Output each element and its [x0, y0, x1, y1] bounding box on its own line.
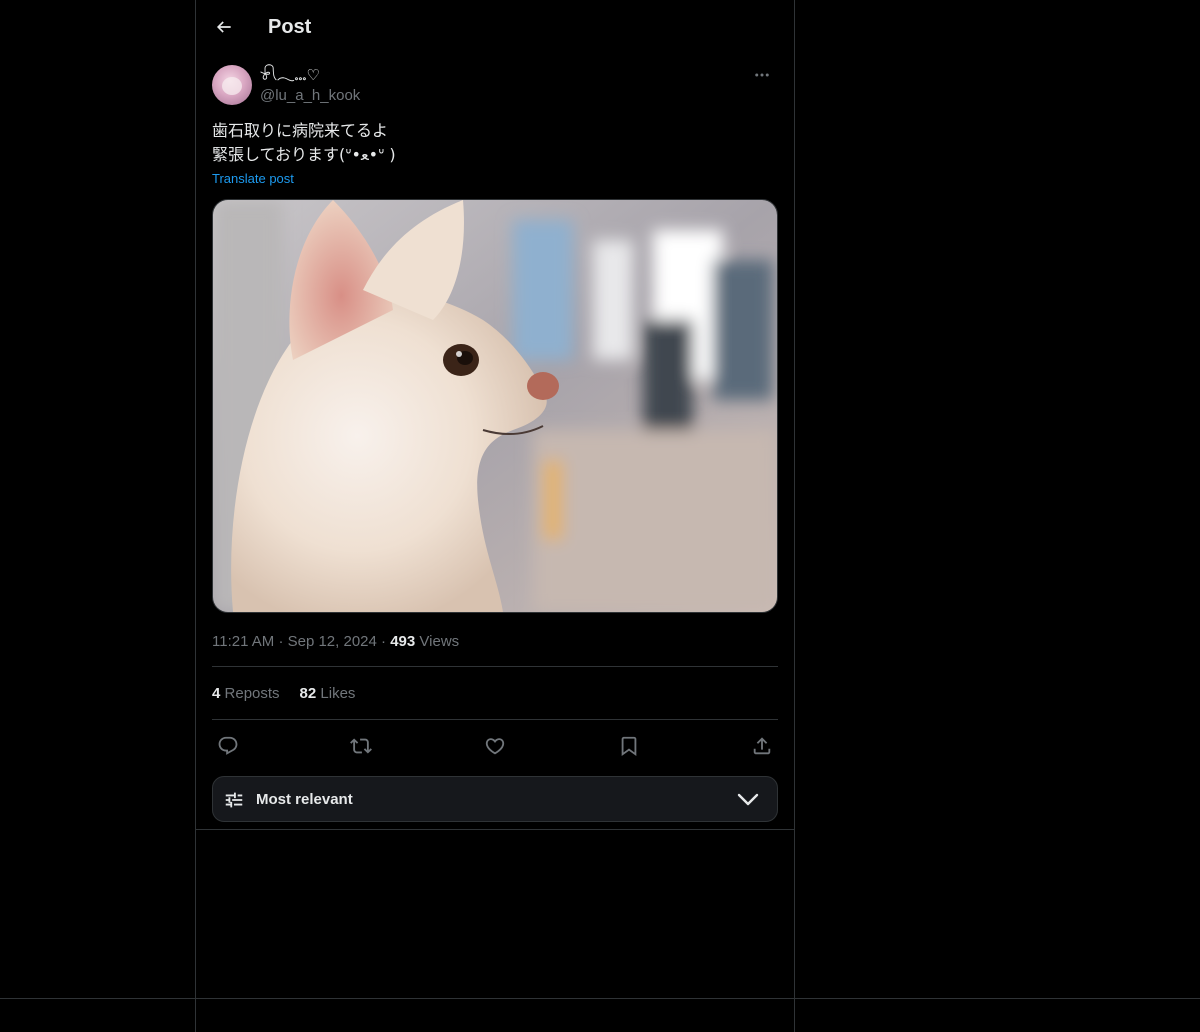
post-media-image[interactable]: [212, 199, 778, 613]
arrow-left-icon: [216, 21, 231, 33]
sort-label: Most relevant: [256, 791, 353, 808]
post-date[interactable]: Sep 12, 2024: [288, 633, 377, 650]
divider: [212, 719, 778, 720]
page-header: Post: [196, 0, 794, 54]
bookmark-button[interactable]: [613, 730, 645, 762]
avatar[interactable]: [212, 65, 252, 105]
page: Post 𓍯𓂃𓏧♡ @lu_a_h_kook 歯石取りに病院来てるよ 緊張してお…: [0, 0, 1200, 1032]
reply-button[interactable]: [212, 730, 244, 762]
post-time[interactable]: 11:21 AM: [212, 633, 274, 650]
reposts-stat[interactable]: 4 Reposts: [212, 684, 280, 704]
meta-separator: ·: [381, 633, 387, 650]
page-title: Post: [268, 16, 312, 38]
sort-replies-dropdown[interactable]: Most relevant: [212, 776, 778, 822]
sliders-icon: [225, 792, 243, 808]
translate-post-link[interactable]: Translate post: [212, 171, 294, 187]
divider: [212, 666, 778, 667]
more-options-button[interactable]: [746, 64, 778, 86]
repost-button[interactable]: [345, 730, 377, 762]
repost-icon: [350, 738, 372, 754]
likes-count: 82: [299, 685, 317, 702]
bookmark-icon: [621, 736, 637, 757]
post-actions: [212, 730, 778, 762]
reposts-label: Reposts: [224, 685, 280, 702]
post-text-line-1: 歯石取りに病院来てるよ: [212, 121, 389, 140]
views-count: 493: [390, 633, 416, 650]
chevron-down-icon: [737, 793, 759, 806]
post-text-line-2: 緊張しております(ᐡ•ﻌ•ᐡ ): [212, 145, 396, 164]
chihuahua-photo: [213, 200, 777, 612]
avatar-image: [222, 77, 242, 95]
views-label: Views: [419, 633, 460, 650]
share-button[interactable]: [746, 730, 778, 762]
author-display-name[interactable]: 𓍯𓂃𓏧♡: [260, 66, 320, 86]
post-meta: 11:21 AM · Sep 12, 2024 · 493 Views: [212, 632, 459, 652]
likes-label: Likes: [320, 685, 356, 702]
post-text: 歯石取りに病院来てるよ 緊張しております(ᐡ•ﻌ•ᐡ ): [212, 119, 778, 167]
reposts-count: 4: [212, 685, 221, 702]
heart-icon: [485, 738, 505, 755]
back-button[interactable]: [206, 9, 242, 45]
section-divider: [196, 829, 794, 830]
author-handle[interactable]: @lu_a_h_kook: [260, 86, 360, 106]
main-column: Post 𓍯𓂃𓏧♡ @lu_a_h_kook 歯石取りに病院来てるよ 緊張してお…: [195, 0, 795, 1032]
like-button[interactable]: [479, 730, 511, 762]
post-stats: 4 Reposts 82 Likes: [212, 684, 355, 704]
likes-stat[interactable]: 82 Likes: [300, 684, 356, 704]
meta-separator: ·: [278, 633, 284, 650]
reply-icon: [218, 736, 238, 755]
bottom-divider: [0, 998, 1200, 999]
share-icon: [753, 737, 771, 755]
ellipsis-icon: [755, 73, 769, 77]
post-author: 𓍯𓂃𓏧♡ @lu_a_h_kook: [212, 64, 778, 108]
